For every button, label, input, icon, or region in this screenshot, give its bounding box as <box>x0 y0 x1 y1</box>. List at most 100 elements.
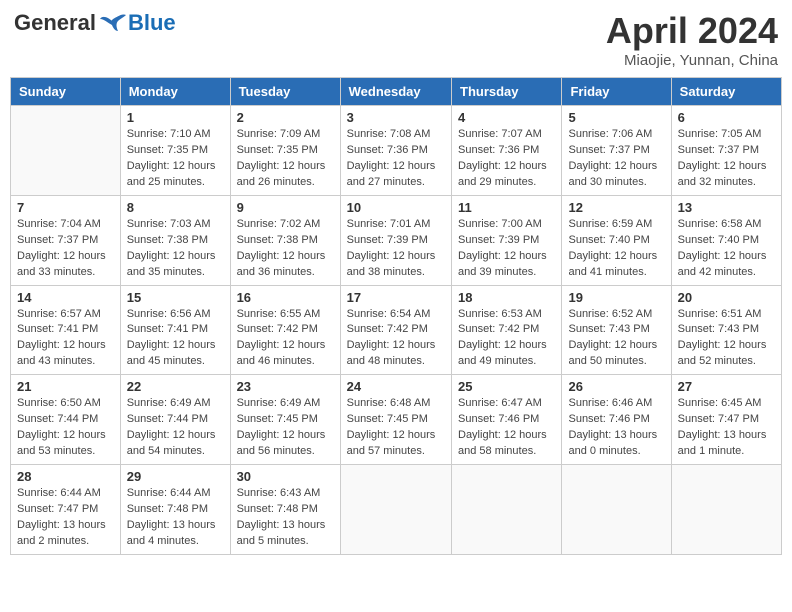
calendar-cell: 26 Sunrise: 6:46 AMSunset: 7:46 PMDayligh… <box>562 375 671 465</box>
day-number: 20 <box>678 290 775 305</box>
day-number: 17 <box>347 290 445 305</box>
weekday-header-saturday: Saturday <box>671 78 781 106</box>
calendar-cell: 13 Sunrise: 6:58 AMSunset: 7:40 PMDayligh… <box>671 195 781 285</box>
calendar-cell: 5Sunrise: 7:06 AMSunset: 7:37 PMDaylight… <box>562 106 671 196</box>
day-info: Sunrise: 6:49 AMSunset: 7:45 PMDaylight:… <box>237 396 334 460</box>
day-number: 27 <box>678 379 775 394</box>
weekday-header-monday: Monday <box>120 78 230 106</box>
calendar-cell: 22Sunrise: 6:49 AMSunset: 7:44 PMDayligh… <box>120 375 230 465</box>
day-info: Sunrise: 6:46 AMSunset: 7:46 PMDaylight:… <box>568 396 664 460</box>
day-number: 30 <box>237 469 334 484</box>
day-number: 6 <box>678 110 775 125</box>
day-number: 28 <box>17 469 114 484</box>
calendar-cell <box>340 465 451 555</box>
calendar-cell: 27 Sunrise: 6:45 AMSunset: 7:47 PMDayligh… <box>671 375 781 465</box>
day-info: Sunrise: 7:06 AMSunset: 7:37 PMDaylight:… <box>568 127 664 191</box>
logo-bird-icon <box>98 11 128 35</box>
day-number: 19 <box>568 290 664 305</box>
day-number: 15 <box>127 290 224 305</box>
calendar-cell: 18Sunrise: 6:53 AMSunset: 7:42 PMDayligh… <box>452 285 562 375</box>
day-info: Sunrise: 7:07 AMSunset: 7:36 PMDaylight:… <box>458 127 555 191</box>
day-info: Sunrise: 6:44 AMSunset: 7:48 PMDaylight:… <box>127 486 224 550</box>
day-info: Sunrise: 6:59 AMSunset: 7:40 PMDaylight:… <box>568 217 664 281</box>
calendar-cell: 1 Sunrise: 7:10 AMSunset: 7:35 PMDaylight… <box>120 106 230 196</box>
calendar-cell <box>562 465 671 555</box>
day-number: 14 <box>17 290 114 305</box>
calendar-cell: 23 Sunrise: 6:49 AMSunset: 7:45 PMDayligh… <box>230 375 340 465</box>
calendar-cell: 8 Sunrise: 7:03 AMSunset: 7:38 PMDaylight… <box>120 195 230 285</box>
day-info: Sunrise: 6:54 AMSunset: 7:42 PMDaylight:… <box>347 307 445 371</box>
calendar-cell <box>452 465 562 555</box>
day-number: 23 <box>237 379 334 394</box>
day-number: 7 <box>17 200 114 215</box>
calendar-cell <box>11 106 121 196</box>
day-number: 2 <box>237 110 334 125</box>
main-title: April 2024 <box>606 10 778 52</box>
subtitle: Miaojie, Yunnan, China <box>606 52 778 69</box>
weekday-header-friday: Friday <box>562 78 671 106</box>
calendar-cell: 29 Sunrise: 6:44 AMSunset: 7:48 PMDayligh… <box>120 465 230 555</box>
day-info: Sunrise: 6:57 AMSunset: 7:41 PMDaylight:… <box>17 307 114 371</box>
calendar-cell: 28Sunrise: 6:44 AMSunset: 7:47 PMDayligh… <box>11 465 121 555</box>
weekday-header-row: SundayMondayTuesdayWednesdayThursdayFrid… <box>11 78 782 106</box>
calendar-cell: 14 Sunrise: 6:57 AMSunset: 7:41 PMDayligh… <box>11 285 121 375</box>
day-info: Sunrise: 6:45 AMSunset: 7:47 PMDaylight:… <box>678 396 775 460</box>
day-info: Sunrise: 7:02 AMSunset: 7:38 PMDaylight:… <box>237 217 334 281</box>
logo: General Blue <box>14 10 176 36</box>
day-info: Sunrise: 7:01 AMSunset: 7:39 PMDaylight:… <box>347 217 445 281</box>
day-info: Sunrise: 7:10 AMSunset: 7:35 PMDaylight:… <box>127 127 224 191</box>
day-number: 11 <box>458 200 555 215</box>
weekday-header-tuesday: Tuesday <box>230 78 340 106</box>
calendar-cell: 16Sunrise: 6:55 AMSunset: 7:42 PMDayligh… <box>230 285 340 375</box>
calendar-cell: 11 Sunrise: 7:00 AMSunset: 7:39 PMDayligh… <box>452 195 562 285</box>
calendar-cell: 30Sunrise: 6:43 AMSunset: 7:48 PMDayligh… <box>230 465 340 555</box>
title-block: April 2024 Miaojie, Yunnan, China <box>606 10 778 69</box>
day-number: 13 <box>678 200 775 215</box>
calendar-cell: 2 Sunrise: 7:09 AMSunset: 7:35 PMDaylight… <box>230 106 340 196</box>
calendar-cell: 12 Sunrise: 6:59 AMSunset: 7:40 PMDayligh… <box>562 195 671 285</box>
logo-blue-text: Blue <box>128 10 176 36</box>
logo-general-text: General <box>14 10 96 36</box>
weekday-header-sunday: Sunday <box>11 78 121 106</box>
day-number: 18 <box>458 290 555 305</box>
day-info: Sunrise: 7:05 AMSunset: 7:37 PMDaylight:… <box>678 127 775 191</box>
calendar-cell: 21Sunrise: 6:50 AMSunset: 7:44 PMDayligh… <box>11 375 121 465</box>
calendar-cell: 7Sunrise: 7:04 AMSunset: 7:37 PMDaylight… <box>11 195 121 285</box>
calendar-week-row: 21Sunrise: 6:50 AMSunset: 7:44 PMDayligh… <box>11 375 782 465</box>
day-number: 9 <box>237 200 334 215</box>
day-number: 12 <box>568 200 664 215</box>
calendar-cell: 6 Sunrise: 7:05 AMSunset: 7:37 PMDaylight… <box>671 106 781 196</box>
day-number: 4 <box>458 110 555 125</box>
calendar-cell: 20Sunrise: 6:51 AMSunset: 7:43 PMDayligh… <box>671 285 781 375</box>
day-number: 1 <box>127 110 224 125</box>
calendar-week-row: 7Sunrise: 7:04 AMSunset: 7:37 PMDaylight… <box>11 195 782 285</box>
day-info: Sunrise: 6:55 AMSunset: 7:42 PMDaylight:… <box>237 307 334 371</box>
calendar-cell: 17 Sunrise: 6:54 AMSunset: 7:42 PMDayligh… <box>340 285 451 375</box>
weekday-header-wednesday: Wednesday <box>340 78 451 106</box>
calendar-cell: 4 Sunrise: 7:07 AMSunset: 7:36 PMDaylight… <box>452 106 562 196</box>
day-number: 29 <box>127 469 224 484</box>
calendar-table: SundayMondayTuesdayWednesdayThursdayFrid… <box>10 77 782 555</box>
calendar-cell: 3Sunrise: 7:08 AMSunset: 7:36 PMDaylight… <box>340 106 451 196</box>
day-info: Sunrise: 6:50 AMSunset: 7:44 PMDaylight:… <box>17 396 114 460</box>
day-info: Sunrise: 7:09 AMSunset: 7:35 PMDaylight:… <box>237 127 334 191</box>
calendar-cell: 24 Sunrise: 6:48 AMSunset: 7:45 PMDayligh… <box>340 375 451 465</box>
page-header: General Blue April 2024 Miaojie, Yunnan,… <box>10 10 782 69</box>
day-info: Sunrise: 6:48 AMSunset: 7:45 PMDaylight:… <box>347 396 445 460</box>
day-number: 25 <box>458 379 555 394</box>
day-number: 26 <box>568 379 664 394</box>
day-info: Sunrise: 6:47 AMSunset: 7:46 PMDaylight:… <box>458 396 555 460</box>
day-info: Sunrise: 6:58 AMSunset: 7:40 PMDaylight:… <box>678 217 775 281</box>
calendar-cell: 10 Sunrise: 7:01 AMSunset: 7:39 PMDayligh… <box>340 195 451 285</box>
calendar-week-row: 28Sunrise: 6:44 AMSunset: 7:47 PMDayligh… <box>11 465 782 555</box>
day-info: Sunrise: 7:00 AMSunset: 7:39 PMDaylight:… <box>458 217 555 281</box>
day-number: 8 <box>127 200 224 215</box>
calendar-week-row: 1 Sunrise: 7:10 AMSunset: 7:35 PMDaylight… <box>11 106 782 196</box>
day-number: 24 <box>347 379 445 394</box>
day-info: Sunrise: 7:03 AMSunset: 7:38 PMDaylight:… <box>127 217 224 281</box>
day-info: Sunrise: 6:49 AMSunset: 7:44 PMDaylight:… <box>127 396 224 460</box>
day-info: Sunrise: 6:56 AMSunset: 7:41 PMDaylight:… <box>127 307 224 371</box>
day-number: 10 <box>347 200 445 215</box>
day-info: Sunrise: 6:52 AMSunset: 7:43 PMDaylight:… <box>568 307 664 371</box>
calendar-cell: 15 Sunrise: 6:56 AMSunset: 7:41 PMDayligh… <box>120 285 230 375</box>
